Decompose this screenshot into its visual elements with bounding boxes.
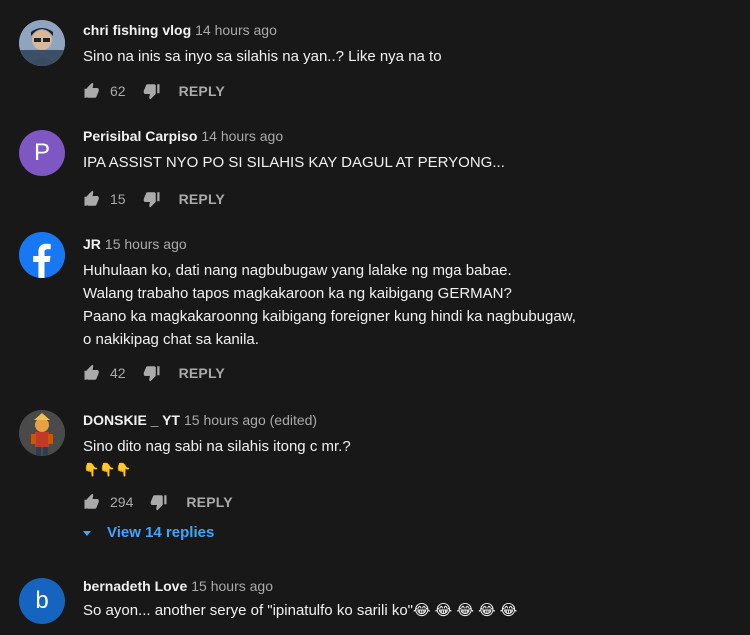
caret-down-icon: [83, 530, 91, 536]
author-name[interactable]: DONSKIE _ YT: [83, 412, 180, 428]
reply-button[interactable]: REPLY: [186, 494, 232, 510]
thumbs-down-icon[interactable]: [143, 82, 161, 100]
avatar[interactable]: [19, 20, 65, 66]
author-name[interactable]: bernadeth Love: [83, 578, 187, 594]
thumbs-up-icon[interactable]: [83, 82, 101, 100]
avatar[interactable]: P: [19, 130, 65, 176]
like-count: 42: [110, 365, 126, 381]
comment-line: Sino na inis sa inyo sa silahis na yan..…: [83, 48, 442, 65]
comment-header: DONSKIE _ YT 15 hours ago (edited): [83, 412, 317, 428]
comment-line: o nakikipag chat sa kanila.: [83, 331, 259, 348]
avatar[interactable]: [19, 410, 65, 456]
avatar-letter: P: [33, 139, 50, 166]
like-count: 15: [110, 191, 126, 207]
comment-header: bernadeth Love 15 hours ago: [83, 578, 273, 594]
comment-line: IPA ASSIST NYO PO SI SILAHIS KAY DAGUL A…: [83, 154, 505, 171]
thumbs-down-icon[interactable]: [143, 364, 161, 382]
comment-text: Sino dito nag sabi na silahis itong c mr…: [83, 435, 351, 481]
thumbs-down-icon[interactable]: [150, 493, 168, 511]
comment-5: b bernadeth Love 15 hours ago So ayon... …: [0, 562, 750, 635]
comment-line: Paano ka magkakaroonng kaibigang foreign…: [83, 308, 576, 325]
character-avatar-icon: [19, 410, 65, 456]
comment-line: 👇👇👇: [83, 462, 132, 477]
comment-line: Walang trabaho tapos magkakaroon ka ng k…: [83, 285, 512, 302]
reply-button[interactable]: REPLY: [179, 365, 225, 381]
like-count: 294: [110, 494, 134, 510]
thumbs-up-icon[interactable]: [83, 364, 101, 382]
thumbs-down-icon[interactable]: [143, 190, 161, 208]
comment-actions: 42 REPLY: [83, 363, 225, 383]
facebook-icon: [19, 232, 65, 278]
comment-1: chri fishing vlog 14 hours ago Sino na in…: [0, 0, 750, 110]
timestamp[interactable]: 15 hours ago: [105, 236, 187, 252]
comment-header: Perisibal Carpiso 14 hours ago: [83, 128, 283, 144]
like-count: 62: [110, 83, 126, 99]
reply-button[interactable]: REPLY: [179, 83, 225, 99]
comment-header: chri fishing vlog 14 hours ago: [83, 22, 277, 38]
comment-text: So ayon... another serye of "ipinatulfo …: [83, 599, 517, 622]
comment-line: Huhulaan ko, dati nang nagbubugaw yang l…: [83, 262, 512, 279]
avatar[interactable]: b: [19, 578, 65, 624]
timestamp[interactable]: 15 hours ago (edited): [184, 412, 317, 428]
comment-actions: 294 REPLY: [83, 492, 233, 512]
avatar[interactable]: [19, 232, 65, 278]
view-replies-button[interactable]: View 14 replies: [81, 524, 214, 541]
timestamp[interactable]: 15 hours ago: [191, 578, 273, 594]
author-name[interactable]: Perisibal Carpiso: [83, 128, 197, 144]
comment-actions: 62 REPLY: [83, 81, 225, 101]
comment-text: Huhulaan ko, dati nang nagbubugaw yang l…: [83, 259, 576, 351]
comment-text: Sino na inis sa inyo sa silahis na yan..…: [83, 45, 442, 68]
author-name[interactable]: chri fishing vlog: [83, 22, 191, 38]
comment-3: JR 15 hours ago Huhulaan ko, dati nang na…: [0, 217, 750, 392]
comment-text: IPA ASSIST NYO PO SI SILAHIS KAY DAGUL A…: [83, 151, 505, 174]
thumbs-up-icon[interactable]: [83, 493, 101, 511]
comment-line: Sino dito nag sabi na silahis itong c mr…: [83, 438, 351, 455]
comment-actions: 15 REPLY: [83, 189, 225, 209]
comment-2: P Perisibal Carpiso 14 hours ago IPA ASSI…: [0, 110, 750, 217]
user-photo-icon: [19, 20, 65, 66]
thumbs-up-icon[interactable]: [83, 190, 101, 208]
avatar-letter: b: [35, 587, 49, 614]
comment-line: So ayon... another serye of "ipinatulfo …: [83, 602, 518, 619]
reply-button[interactable]: REPLY: [179, 191, 225, 207]
timestamp[interactable]: 14 hours ago: [195, 22, 277, 38]
view-replies-label: View 14 replies: [107, 524, 215, 541]
timestamp[interactable]: 14 hours ago: [201, 128, 283, 144]
comment-header: JR 15 hours ago: [83, 236, 187, 252]
author-name[interactable]: JR: [83, 236, 101, 252]
